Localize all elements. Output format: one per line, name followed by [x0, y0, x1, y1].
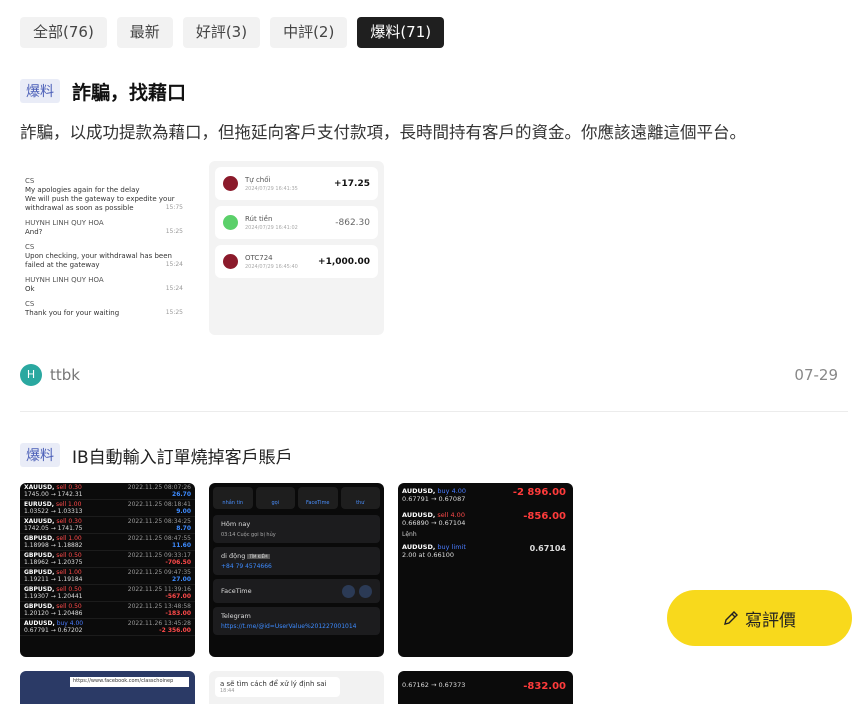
post-badge: 爆料 [20, 443, 60, 467]
facetime-card: FaceTime [213, 579, 380, 603]
post-title[interactable]: IB自動輸入訂單燒掉客戶賬戶 [72, 443, 293, 468]
trade-row: GBPUSD, sell 0.50 1.19307 → 1.20441 2022.1… [20, 585, 195, 602]
chat-message: CS Thank you for your waiting 15:25 [25, 300, 183, 317]
post-image-chat2[interactable]: a sẽ tìm cách để xử lý định sai 18:44 [209, 671, 384, 704]
transaction-icon [223, 254, 238, 269]
transaction-row: Tự chối 2024/07/29 16:41:35 +17.25 [215, 167, 378, 200]
trade-row: EURUSD, sell 1.00 1.03522 → 1.03313 2022.1… [20, 500, 195, 517]
post-image-chat[interactable]: CS My apologies again for the delay We w… [20, 161, 195, 335]
trade-row: GBPUSD, sell 1.00 1.19211 → 1.19184 2022.1… [20, 568, 195, 585]
post-date: 07-29 [794, 366, 838, 384]
mobile-card: di động TÌM KIẾM +84 79 4574666 [213, 547, 380, 575]
tab-all[interactable]: 全部(76) [20, 17, 107, 48]
chat-message: CS My apologies again for the delay We w… [25, 177, 183, 212]
review-post: 爆料 詐騙，找藉口 詐騙，以成功提款為藉口，但拖延向客戶支付款項，長時間持有客戶… [20, 78, 848, 412]
chat-message: HUYNH LINH QUY HOA Ok 15:24 [25, 276, 183, 293]
trade-row: XAUUSD, sell 0.30 1742.05 → 1741.75 2022.1… [20, 517, 195, 534]
trade-row: XAUUSD, sell 0.30 1745.00 → 1742.31 2022.1… [20, 483, 195, 500]
post-title[interactable]: 詐騙，找藉口 [72, 78, 186, 105]
tab-positive[interactable]: 好評(3) [182, 17, 261, 48]
post-image-positions2[interactable]: 0.67162 → 0.67373 -832.00 [398, 671, 573, 704]
post-image-positions[interactable]: AUDUSD, buy 4.00 0.67791 → 0.67087 -2 896.… [398, 483, 573, 657]
tab-exposure[interactable]: 爆料(71) [357, 17, 445, 48]
tab-latest[interactable]: 最新 [116, 17, 173, 48]
trade-row: AUDUSD, buy 4.00 0.67791 → 0.67202 2022.11… [20, 619, 195, 636]
filter-tabs: 全部(76) 最新 好評(3) 中評(2) 爆料(71) [20, 17, 445, 48]
trade-row: GBPUSD, sell 1.00 1.18998 → 1.18882 2022.1… [20, 534, 195, 551]
write-review-button[interactable]: 寫評價 [667, 590, 852, 646]
avatar[interactable]: H [20, 364, 42, 386]
post-image-trades[interactable]: XAUUSD, sell 0.30 1745.00 → 1742.31 2022.1… [20, 483, 195, 657]
chat-message: CS Upon checking, your withdrawal has be… [25, 243, 183, 269]
tab-neutral[interactable]: 中評(2) [270, 17, 348, 48]
divider [20, 411, 848, 412]
write-review-label: 寫評價 [745, 610, 796, 631]
post-badge: 爆料 [20, 79, 60, 103]
chat-message: HUYNH LINH QUY HOA And? 15:25 [25, 219, 183, 236]
transaction-icon [223, 176, 238, 191]
video-icon [342, 584, 355, 598]
transaction-row: Rút tiền 2024/07/29 16:41:02 -862.30 [215, 206, 378, 239]
trade-row: GBPUSD, sell 0.50 1.18962 → 1.20375 2022.1… [20, 551, 195, 568]
transaction-icon [223, 215, 238, 230]
post-image-transactions[interactable]: Tự chối 2024/07/29 16:41:35 +17.25 Rút ti… [209, 161, 384, 335]
pencil-icon [724, 611, 738, 625]
phone-icon [359, 584, 372, 598]
transaction-row: OTC724 2024/07/29 16:45:40 +1,000.00 [215, 245, 378, 278]
post-image-facebook[interactable]: https://www.facebook.com/classchoinep [20, 671, 195, 704]
username[interactable]: ttbk [50, 366, 80, 384]
trade-row: GBPUSD, sell 0.50 1.20120 → 1.20486 2022.1… [20, 602, 195, 619]
review-post: 爆料 IB自動輸入訂單燒掉客戶賬戶 XAUUSD, sell 0.30 1745.… [20, 442, 848, 704]
post-description: 詐騙，以成功提款為藉口，但拖延向客戶支付款項，長時間持有客戶的資金。你應該遠離這… [20, 123, 746, 142]
post-image-contact[interactable]: nhắn tin gọi FaceTime thư Hôm nay 03:14 … [209, 483, 384, 657]
telegram-card: Telegram https://t.me/@id=UserValue%2012… [213, 607, 380, 635]
call-history-card: Hôm nay 03:14 Cuộc gọi bị hủy [213, 515, 380, 543]
